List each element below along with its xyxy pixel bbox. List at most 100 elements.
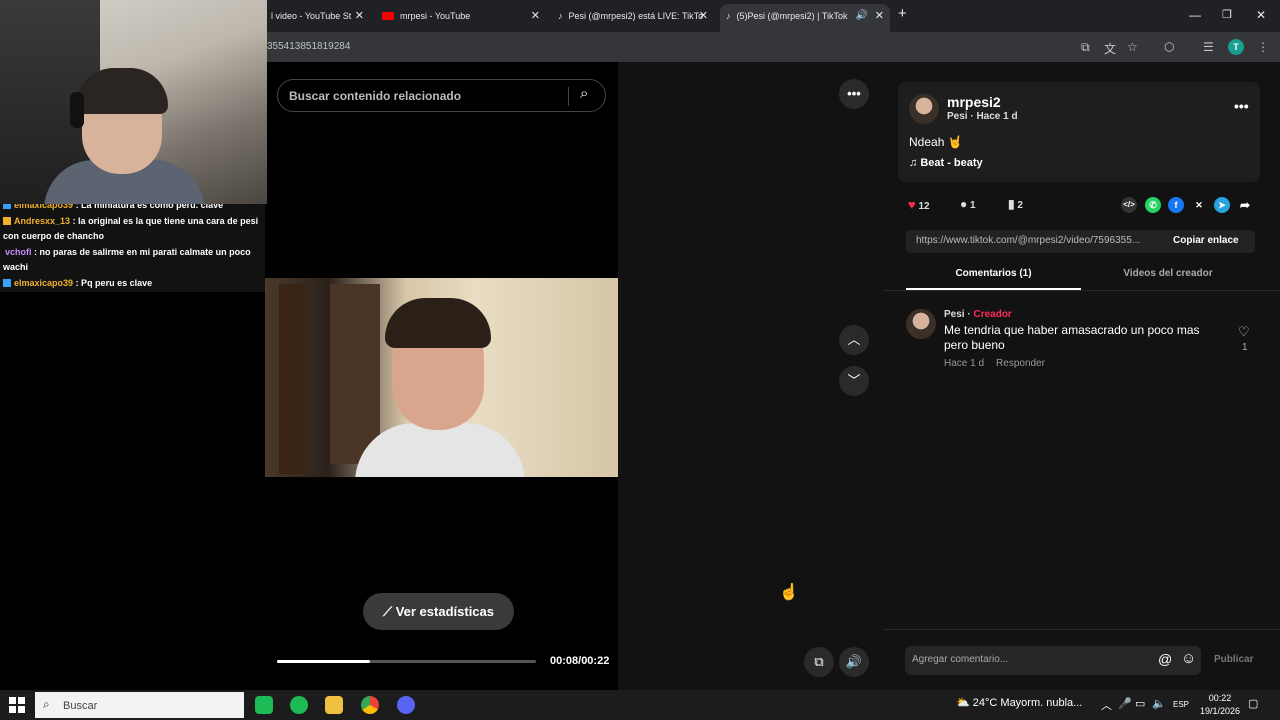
view-stats-button[interactable]: ⟋ Ver estadísticas (363, 593, 514, 630)
tab-youtube-studio[interactable]: l video - YouTube St ✕ (265, 4, 370, 32)
comment-author[interactable]: Pesi · Creador (944, 309, 1012, 320)
floating-player-button[interactable]: ⧉ (804, 647, 834, 677)
weather-widget[interactable]: ⛅ 24°C Mayorm. nubla... (956, 696, 1082, 709)
x-icon[interactable]: ✕ (1191, 197, 1207, 213)
notifications-icon[interactable]: ▢ (1248, 697, 1258, 710)
whatsapp-icon[interactable]: ✆ (1145, 197, 1161, 213)
language-indicator[interactable]: ESP (1173, 700, 1189, 709)
tab-youtube[interactable]: mrpesi - YouTube ✕ (376, 4, 546, 32)
post-music[interactable]: ♫ Beat - beaty (909, 157, 983, 169)
close-window-button[interactable]: ✕ (1256, 8, 1266, 22)
tab-tiktok-live[interactable]: ♪ Pesi (@mrpesi2) está LIVE: TikTo ✕ (552, 4, 714, 32)
chrome-icon[interactable] (361, 696, 379, 714)
tabs-divider (883, 290, 1280, 291)
url-text[interactable]: 355413851819284 (267, 41, 350, 52)
comment-avatar[interactable] (906, 309, 936, 339)
like-action[interactable]: ♥ 12 (908, 197, 930, 212)
bookmark-icon[interactable]: ▮ (1008, 197, 1015, 211)
comment-action[interactable]: ● 1 (960, 197, 976, 211)
webcam-overlay (0, 0, 267, 204)
post-more-icon[interactable]: ••• (1234, 98, 1249, 114)
address-bar[interactable]: 355413851819284 ⧉ 文 ☆ ⬡ ☰ T ⋮ (265, 32, 1280, 62)
taskbar-search[interactable]: ⌕ Buscar (35, 692, 244, 718)
video-player[interactable] (265, 278, 618, 477)
extensions-icon[interactable]: ⬡ (1164, 40, 1174, 54)
publish-button[interactable]: Publicar (1214, 654, 1253, 665)
copy-link-button[interactable]: Copiar enlace (1173, 235, 1239, 246)
tiktok-icon: ♪ (558, 11, 563, 21)
more-options-button[interactable]: ••• (839, 79, 869, 109)
tab-title: l video - YouTube St (271, 11, 352, 21)
search-icon[interactable]: ⌕ (580, 85, 588, 102)
close-tab-icon[interactable]: ✕ (875, 4, 884, 28)
cloud-sun-icon: ⛅ (956, 697, 973, 709)
close-tab-icon[interactable]: ✕ (531, 4, 540, 28)
stream-chat: elmaxicapo39 : La miniatura es como peru… (0, 198, 265, 292)
translate-icon[interactable]: 文 (1104, 40, 1116, 57)
discord-icon[interactable] (397, 696, 415, 714)
tab-tiktok-profile[interactable]: ♪ (5)Pesi (@mrpesi2) | TikTok 🔊 ✕ (720, 4, 890, 32)
profile-avatar[interactable]: T (1228, 39, 1244, 55)
share-link-text[interactable]: https://www.tiktok.com/@mrpesi2/video/75… (916, 235, 1140, 246)
install-app-icon[interactable]: ⧉ (1081, 40, 1090, 55)
weather-text: 24°C Mayorm. nubla... (972, 697, 1083, 709)
heart-icon[interactable]: ♥ (908, 197, 916, 212)
comment-heart-icon[interactable]: ♡ (1238, 324, 1250, 340)
comment-time: Hace 1 d (944, 358, 985, 369)
windows-start-icon[interactable] (9, 697, 25, 713)
comment-text: Me tendria que haber amasacrado un poco … (944, 323, 1200, 352)
author-name[interactable]: mrpesi2 (947, 94, 1001, 110)
minimize-button[interactable]: — (1189, 8, 1201, 22)
video-progress-fill[interactable] (277, 660, 371, 663)
chat-user: elmaxicapo39 (14, 278, 74, 288)
comment-input-placeholder: Agregar comentario... (912, 654, 1009, 665)
embed-icon[interactable]: </> (1121, 197, 1137, 213)
mention-icon[interactable]: @ (1158, 651, 1172, 667)
media-control-icon[interactable]: ☰ (1203, 40, 1214, 54)
composer-divider (883, 629, 1280, 630)
close-tab-icon[interactable]: ✕ (355, 4, 364, 28)
microphone-icon[interactable]: 🎤 (1118, 697, 1132, 710)
post-caption: Ndeah 🤘 (909, 135, 963, 149)
browser-tab-bar: l video - YouTube St ✕ mrpesi - YouTube … (265, 0, 1280, 32)
file-explorer-icon[interactable] (325, 696, 343, 714)
browser-menu-icon[interactable]: ⋮ (1257, 40, 1269, 54)
comment-input[interactable]: Agregar comentario... @ ☺ (905, 646, 1201, 675)
restore-button[interactable]: ❐ (1222, 8, 1232, 21)
telegram-icon[interactable]: ➤ (1214, 197, 1230, 213)
related-search-input[interactable]: Buscar contenido relacionado ⌕ (277, 79, 606, 112)
save-action[interactable]: ▮ 2 (1008, 197, 1023, 211)
reply-button[interactable]: Responder (996, 358, 1045, 369)
app-icon-green[interactable] (255, 696, 273, 714)
next-video-button[interactable]: ﹀ (839, 366, 869, 396)
author-avatar[interactable] (909, 94, 939, 124)
clock[interactable]: 00:22 19/1/2026 (1200, 692, 1240, 718)
volume-tray-icon[interactable]: 🔈 (1152, 697, 1166, 710)
close-tab-icon[interactable]: ✕ (699, 4, 708, 28)
previous-video-button[interactable]: ︿ (839, 325, 869, 355)
volume-button[interactable]: 🔊 (839, 647, 869, 677)
tab-comments[interactable]: Comentarios (1) (906, 268, 1081, 290)
clock-date: 19/1/2026 (1200, 706, 1241, 716)
tray-expand-icon[interactable]: ︿ (1101, 697, 1112, 713)
view-stats-label: Ver estadísticas (395, 604, 494, 619)
share-arrow-icon[interactable]: ➦ (1237, 197, 1253, 213)
chat-badge-icon (3, 279, 11, 287)
taskbar: ⌕ Buscar ⛅ 24°C Mayorm. nubla... ︿ 🎤 ▭ 🔈… (0, 690, 1280, 720)
tab-title: (5)Pesi (@mrpesi2) | TikTok (736, 11, 848, 21)
facebook-icon[interactable]: f (1168, 197, 1184, 213)
chat-text: : Pq peru es clave (75, 278, 153, 288)
network-icon[interactable]: ▭ (1135, 697, 1145, 710)
emoji-icon[interactable]: ☺ (1181, 650, 1196, 667)
bookmark-star-icon[interactable]: ☆ (1127, 40, 1138, 54)
tab-creator-videos[interactable]: Videos del creador (1081, 268, 1255, 290)
new-tab-button[interactable]: + (898, 5, 907, 22)
search-placeholder: Buscar contenido relacionado (289, 89, 462, 103)
spotify-icon[interactable] (290, 696, 308, 714)
comment-meta: Hace 1 d Responder (944, 358, 1045, 369)
comment-author-name: Pesi · (944, 309, 974, 320)
speaker-icon[interactable]: 🔊 (856, 4, 868, 28)
comment-bubble-icon[interactable]: ● (960, 197, 967, 211)
music-title: Beat - beaty (920, 157, 983, 169)
tab-title: Pesi (@mrpesi2) está LIVE: TikTo (568, 11, 704, 21)
